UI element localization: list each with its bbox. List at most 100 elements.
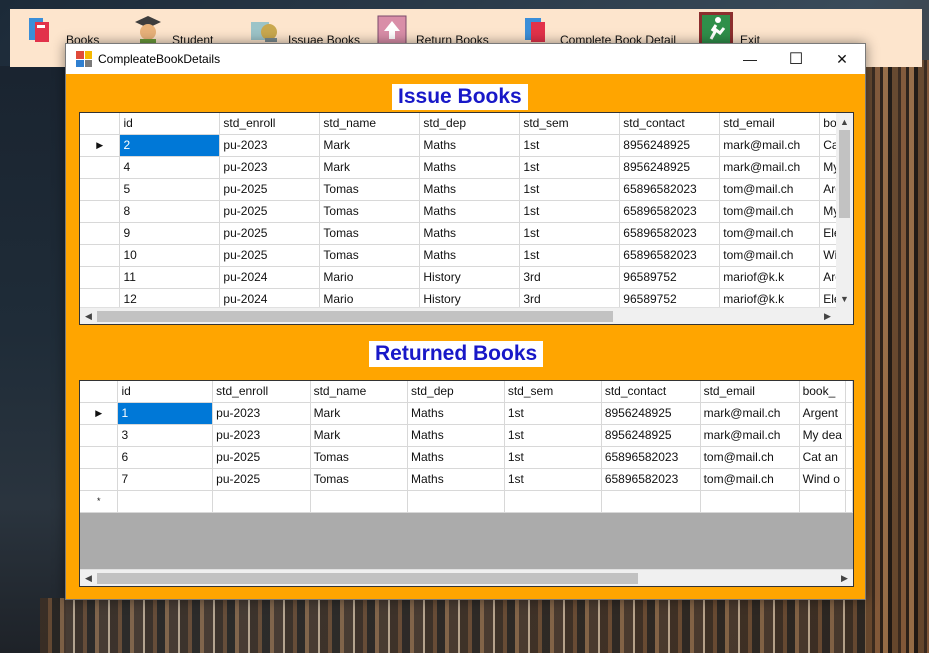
returned-horizontal-scroll-thumb[interactable] [97,573,638,584]
new-row-cell[interactable] [799,490,847,513]
window-titlebar[interactable]: CompleateBookDetails — ☐ ✕ [66,44,865,74]
table-cell[interactable]: tom@mail.ch [719,222,821,245]
table-cell[interactable]: 11 [119,266,221,289]
table-cell[interactable]: Tomas [319,244,421,267]
issue-vertical-scroll-thumb[interactable] [839,130,850,218]
new-row-cell[interactable] [504,490,602,513]
row-header[interactable] [80,244,121,267]
table-cell[interactable]: 1st [504,446,602,469]
table-cell[interactable]: 1st [519,178,621,201]
table-cell[interactable]: Maths [407,468,505,491]
table-cell[interactable]: pu-2023 [212,402,311,425]
row-header-corner[interactable] [80,381,119,403]
table-cell[interactable]: 1st [519,200,621,223]
table-cell[interactable]: mark@mail.ch [700,402,800,425]
issue-books-grid[interactable]: id std_enroll std_name std_dep std_sem std_co… [79,112,854,325]
column-header[interactable]: std_enroll [212,381,311,403]
column-header[interactable]: std_email [700,381,800,403]
table-cell[interactable]: pu-2023 [219,156,321,179]
table-row[interactable]: 3 pu-2023 Mark Maths 1st 8956248925 mark@mail.… [80,424,853,447]
scroll-left-icon[interactable]: ◀ [80,308,97,324]
table-row[interactable]: 9 pu-2025 Tomas Maths 1st 65896582023 tom@mail… [80,222,853,245]
table-cell[interactable]: 8956248925 [619,156,721,179]
row-header[interactable] [80,424,119,447]
row-header[interactable] [80,446,119,469]
new-row-cell[interactable] [407,490,505,513]
issue-horizontal-scroll-thumb[interactable] [97,311,613,322]
table-cell[interactable]: My dea [799,424,847,447]
scroll-up-icon[interactable]: ▲ [836,113,853,130]
table-cell[interactable]: 65896582023 [601,446,701,469]
table-cell[interactable]: Maths [419,156,521,179]
table-cell[interactable]: 1st [504,424,602,447]
table-row[interactable]: 11 pu-2024 Mario History 3rd 96589752 mariof@k… [80,266,853,289]
table-cell[interactable]: Argent [799,402,847,425]
maximize-button[interactable]: ☐ [773,44,819,74]
column-header[interactable]: std_sem [504,381,602,403]
scroll-right-icon[interactable]: ▶ [819,308,836,324]
column-header[interactable]: std_dep [407,381,505,403]
table-cell[interactable]: Mark [310,424,409,447]
column-header[interactable]: std_sem [519,113,621,135]
row-header[interactable] [80,266,121,289]
table-cell[interactable]: 5 [119,178,221,201]
column-header[interactable]: std_dep [419,113,521,135]
returned-horizontal-scrollbar[interactable]: ◀ ▶ [80,569,853,586]
table-cell[interactable]: mark@mail.ch [719,156,821,179]
new-row-cell[interactable] [845,490,853,513]
table-cell[interactable]: pu-2025 [212,446,311,469]
table-cell[interactable]: 65896582023 [619,222,721,245]
new-row-cell[interactable] [117,490,214,513]
table-cell[interactable]: Tomas [319,200,421,223]
table-row[interactable]: ▶ 1 pu-2023 Mark Maths 1st 8956248925 mark@mail… [80,402,853,425]
table-row[interactable]: ▶ 2 pu-2023 Mark Maths 1st 8956248925 mark@mail… [80,134,853,157]
table-cell[interactable]: mark@mail.ch [719,134,821,157]
table-cell[interactable]: tom@mail.ch [719,200,821,223]
table-cell[interactable]: Maths [407,446,505,469]
column-header[interactable]: book_ [799,381,847,403]
table-cell[interactable]: 8956248925 [619,134,721,157]
table-cell[interactable]: Tomas [310,468,409,491]
close-button[interactable]: ✕ [819,44,865,74]
column-header[interactable]: std_email [719,113,821,135]
table-cell[interactable]: pu-2025 [219,244,321,267]
table-cell[interactable]: 1st [519,156,621,179]
table-cell[interactable]: Tomas [310,446,409,469]
table-cell[interactable]: 1st [519,134,621,157]
table-cell[interactable]: Mario [319,266,421,289]
table-cell[interactable]: 4 [119,156,221,179]
table-row[interactable]: 8 pu-2025 Tomas Maths 1st 65896582023 tom@mail… [80,200,853,223]
issue-vertical-scrollbar[interactable]: ▲ ▼ [836,113,853,307]
row-header[interactable] [80,468,119,491]
table-cell[interactable]: 1 [117,402,214,425]
table-cell[interactable]: 10 [119,244,221,267]
table-cell[interactable]: Maths [407,424,505,447]
table-cell[interactable]: 6 [117,446,214,469]
table-row[interactable]: 5 pu-2025 Tomas Maths 1st 65896582023 tom@mail… [80,178,853,201]
table-cell[interactable]: pu-2025 [219,222,321,245]
table-row[interactable]: 4 pu-2023 Mark Maths 1st 8956248925 mark@mail.… [80,156,853,179]
table-cell[interactable]: 1st [504,468,602,491]
column-header[interactable]: std_enroll [219,113,321,135]
table-cell[interactable]: Maths [419,134,521,157]
table-cell[interactable]: pu-2025 [219,200,321,223]
table-cell[interactable]: Mark [310,402,409,425]
table-cell[interactable]: 8 [119,200,221,223]
minimize-button[interactable]: — [727,44,773,74]
table-cell[interactable]: pu-2025 [212,468,311,491]
table-cell[interactable]: Tomas [319,178,421,201]
table-cell[interactable]: 7 [117,468,214,491]
table-cell[interactable]: Maths [419,200,521,223]
table-cell[interactable]: 65896582023 [619,178,721,201]
column-header[interactable]: std_name [310,381,409,403]
table-cell[interactable]: Maths [419,222,521,245]
table-cell[interactable]: Wind o [799,468,847,491]
table-cell[interactable]: 65896582023 [619,244,721,267]
current-row-indicator-icon[interactable]: ▶ [80,134,121,157]
table-row[interactable]: 10 pu-2025 Tomas Maths 1st 65896582023 tom@mai… [80,244,853,267]
table-cell[interactable]: 96589752 [619,266,721,289]
table-cell[interactable]: pu-2023 [212,424,311,447]
table-cell[interactable]: tom@mail.ch [719,178,821,201]
table-cell[interactable]: 3rd [519,266,621,289]
new-row-cell[interactable] [310,490,409,513]
